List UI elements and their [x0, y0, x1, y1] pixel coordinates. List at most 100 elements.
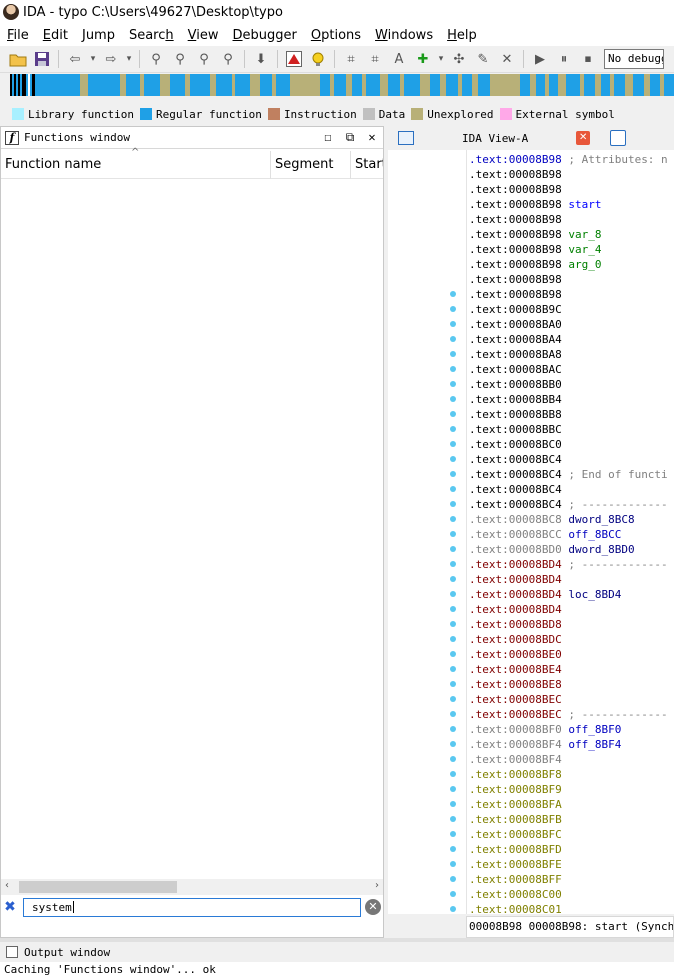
breakpoint-dot[interactable] — [450, 876, 456, 882]
listing-line[interactable]: .text:00008BD4 — [469, 572, 562, 587]
back-arrow-icon[interactable]: ⇦ — [65, 49, 85, 69]
menu-view[interactable]: View — [181, 28, 226, 43]
listing-line[interactable]: .text:00008BD4 loc_8BD4 — [469, 587, 621, 602]
listing-line[interactable]: .text:00008BE4 — [469, 662, 562, 677]
breakpoint-dot[interactable] — [450, 831, 456, 837]
breakpoint-dot[interactable] — [450, 381, 456, 387]
listing-line[interactable]: .text:00008BDC — [469, 632, 562, 647]
search-immediate-icon[interactable]: ⚲ — [194, 49, 214, 69]
string-icon[interactable]: A — [389, 49, 409, 69]
listing-line[interactable]: .text:00008BEC — [469, 692, 562, 707]
listing-line[interactable]: .text:00008BF9 — [469, 782, 562, 797]
breakpoint-dot[interactable] — [450, 786, 456, 792]
breakpoint-dot[interactable] — [450, 426, 456, 432]
listing-line[interactable]: .text:00008BC8 dword_8BC8 — [469, 512, 635, 527]
breakpoint-dot[interactable] — [450, 606, 456, 612]
disassembly-listing[interactable]: .text:00008B98 ; Attributes: n .text:0000… — [466, 150, 674, 914]
warning-triangle-icon[interactable] — [284, 49, 304, 69]
breakpoint-dot[interactable] — [450, 516, 456, 522]
listing-line[interactable]: .text:00008BFB — [469, 812, 562, 827]
column-start[interactable]: Start — [351, 151, 383, 179]
breakpoint-dot[interactable] — [450, 726, 456, 732]
scroll-right-icon[interactable]: › — [375, 880, 379, 891]
listing-line[interactable]: .text:00008BC4 — [469, 482, 562, 497]
breakpoint-dot[interactable] — [450, 906, 456, 912]
open-folder-icon[interactable] — [8, 49, 28, 69]
listing-line[interactable]: .text:00008B98 — [469, 167, 562, 182]
breakpoint-dot[interactable] — [450, 621, 456, 627]
listing-line[interactable]: .text:00008BE0 — [469, 647, 562, 662]
breakpoint-dot[interactable] — [450, 681, 456, 687]
listing-line[interactable]: .text:00008B98 var_4 — [469, 242, 601, 257]
listing-line[interactable]: .text:00008BF0 off_8BF0 — [469, 722, 621, 737]
listing-line[interactable]: .text:00008B98 — [469, 287, 562, 302]
breakpoint-dot[interactable] — [450, 501, 456, 507]
debugger-select[interactable]: No debugger — [604, 49, 664, 69]
listing-line[interactable]: .text:00008B98 ; Attributes: n — [469, 152, 668, 167]
listing-line[interactable]: .text:00008BFD — [469, 842, 562, 857]
breakpoint-dot[interactable] — [450, 336, 456, 342]
search-binary-icon[interactable]: ⚲ — [146, 49, 166, 69]
tab-ida-view-a[interactable]: IDA View-A — [462, 132, 528, 145]
breakpoint-dot[interactable] — [450, 771, 456, 777]
listing-line[interactable]: .text:00008BFE — [469, 857, 562, 872]
filter-input[interactable]: system — [23, 897, 361, 917]
breakpoint-dot[interactable] — [450, 576, 456, 582]
breakpoint-dot[interactable] — [450, 366, 456, 372]
menu-windows[interactable]: Windows — [368, 28, 440, 43]
clear-filter-icon[interactable]: ✕ — [365, 899, 381, 915]
listing-line[interactable]: .text:00008C00 — [469, 887, 562, 902]
listing-line[interactable]: .text:00008BD4 — [469, 602, 562, 617]
breakpoint-dot[interactable] — [450, 306, 456, 312]
horizontal-scrollbar[interactable]: ‹ › — [1, 879, 383, 895]
listing-line[interactable]: .text:00008BFC — [469, 827, 562, 842]
breakpoint-dot[interactable] — [450, 411, 456, 417]
menu-help[interactable]: Help — [440, 28, 484, 43]
down-arrow-icon[interactable]: ⬇ — [251, 49, 271, 69]
listing-line[interactable]: .text:00008BD8 — [469, 617, 562, 632]
listing-line[interactable]: .text:00008BFA — [469, 797, 562, 812]
listing-line[interactable]: .text:00008BF4 off_8BF4 — [469, 737, 621, 752]
breakpoint-dot[interactable] — [450, 471, 456, 477]
listing-line[interactable]: .text:00008BB4 — [469, 392, 562, 407]
breakpoint-dot[interactable] — [450, 861, 456, 867]
edit-function-icon[interactable]: ✎ — [473, 49, 493, 69]
listing-line[interactable]: .text:00008C01 — [469, 902, 562, 914]
menu-search[interactable]: Search — [122, 28, 181, 43]
breakpoint-dot[interactable] — [450, 801, 456, 807]
close-icon[interactable]: ✕ — [361, 130, 383, 145]
code-icon[interactable]: ⌗ — [341, 49, 361, 69]
menu-options[interactable]: Options — [304, 28, 368, 43]
listing-line[interactable]: .text:00008B98 start — [469, 197, 601, 212]
listing-line[interactable]: .text:00008BC4 ; ------------- — [469, 497, 668, 512]
listing-line[interactable]: .text:00008BD0 dword_8BD0 — [469, 542, 635, 557]
breakpoint-dot[interactable] — [450, 666, 456, 672]
run-icon[interactable]: ▶ — [530, 49, 550, 69]
listing-line[interactable]: .text:00008BA4 — [469, 332, 562, 347]
breakpoint-dot[interactable] — [450, 561, 456, 567]
restore-icon[interactable]: ⧉ — [339, 130, 361, 145]
listing-line[interactable]: .text:00008B98 — [469, 182, 562, 197]
scroll-left-icon[interactable]: ‹ — [5, 880, 9, 891]
breakpoint-dot[interactable] — [450, 396, 456, 402]
breakpoint-dot[interactable] — [450, 351, 456, 357]
listing-line[interactable]: .text:00008BE8 — [469, 677, 562, 692]
maximize-icon[interactable]: ☐ — [317, 130, 339, 145]
listing-line[interactable]: .text:00008B98 arg_0 — [469, 257, 601, 272]
column-segment[interactable]: Segment — [271, 150, 351, 179]
breakpoint-dot[interactable] — [450, 741, 456, 747]
breakpoint-dot[interactable] — [450, 546, 456, 552]
search-text-icon[interactable]: ⚲ — [170, 49, 190, 69]
listing-line[interactable]: .text:00008BF8 — [469, 767, 562, 782]
save-icon[interactable] — [32, 49, 52, 69]
breakpoint-dot[interactable] — [450, 591, 456, 597]
back-dropdown-icon[interactable]: ▾ — [89, 49, 97, 69]
menu-jump[interactable]: Jump — [75, 28, 122, 43]
breakpoint-dot[interactable] — [450, 636, 456, 642]
data-icon[interactable]: ⌗ — [365, 49, 385, 69]
listing-line[interactable]: .text:00008BC4 ; End of functi — [469, 467, 668, 482]
search-next-icon[interactable]: ⚲ — [218, 49, 238, 69]
listing-line[interactable]: .text:00008BF4 — [469, 752, 562, 767]
breakpoint-dot[interactable] — [450, 696, 456, 702]
add-function-icon[interactable]: ✚ — [413, 49, 433, 69]
